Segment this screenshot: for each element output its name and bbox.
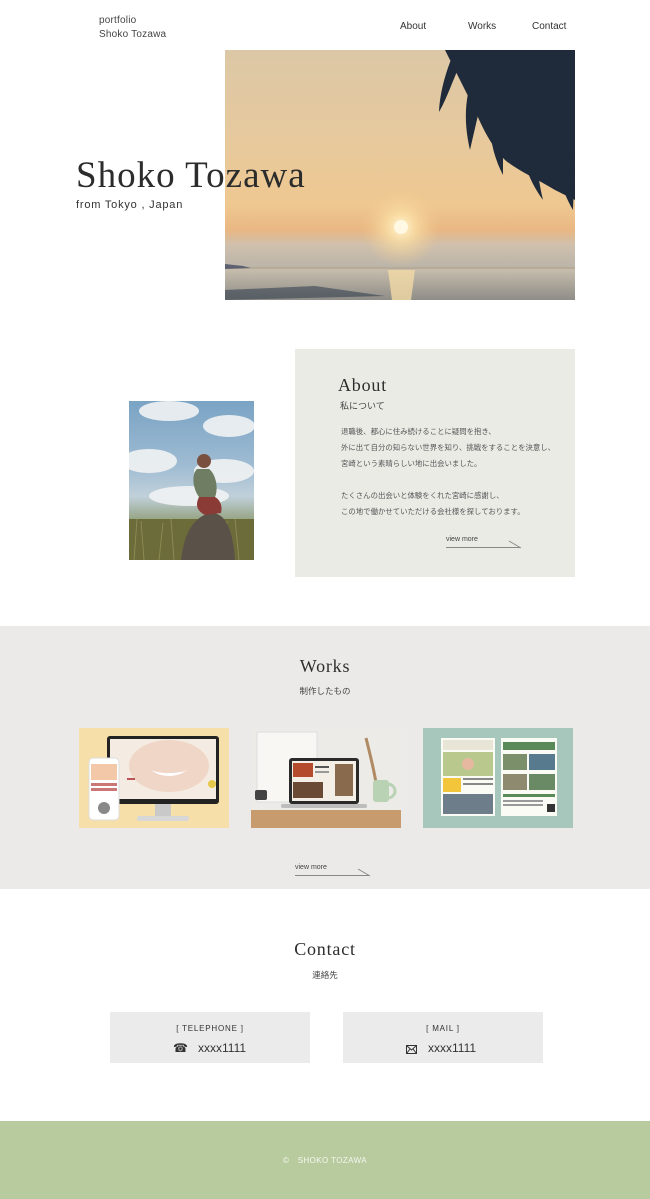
work-thumbnail-dental-site[interactable]: [79, 728, 229, 828]
logo-line-portfolio: portfolio: [99, 15, 137, 26]
nav-about[interactable]: About: [400, 21, 426, 32]
telephone-label: [ TELEPHONE ]: [176, 1024, 244, 1033]
about-text-line: 宮崎という素晴らしい地に出会いました。: [341, 459, 482, 468]
footer-copyright: © SHOKO TOZAWA: [283, 1156, 367, 1165]
arrow-icon: [357, 868, 371, 877]
logo-line-name: Shoko Tozawa: [99, 29, 167, 40]
phone-icon: ☎: [173, 1041, 188, 1055]
mail-label: [ MAIL ]: [426, 1024, 460, 1033]
contact-subtitle: 連絡先: [312, 970, 338, 980]
work-thumbnail-restaurant-site[interactable]: [251, 728, 401, 828]
hero-location: from Tokyo , Japan: [76, 199, 184, 211]
works-subtitle: 制作したもの: [299, 686, 351, 696]
about-text-line: たくさんの出会いと体験をくれた宮崎に感謝し、: [341, 491, 504, 500]
nav-contact[interactable]: Contact: [532, 21, 566, 32]
hero-name: Shoko Tozawa: [76, 155, 306, 196]
telephone-value: xxxx1111: [198, 1041, 247, 1055]
nav-works[interactable]: Works: [468, 21, 496, 32]
arrow-icon: [508, 540, 522, 549]
site-logo[interactable]: portfolio Shoko Tozawa: [99, 14, 166, 42]
works-view-more-link[interactable]: view more: [295, 864, 327, 871]
about-portrait-photo: [129, 401, 254, 560]
mail-value: xxxx1111: [428, 1041, 477, 1055]
telephone-card[interactable]: [ TELEPHONE ] ☎ xxxx1111: [110, 1012, 310, 1063]
about-text-line: この地で働かせていただける会社様を探しております。: [341, 507, 525, 516]
about-view-more-link[interactable]: view more: [446, 536, 478, 543]
about-text-line: 退職後、都心に住み続けることに疑問を抱き、: [341, 427, 496, 436]
works-title: Works: [299, 656, 351, 676]
about-subtitle: 私について: [340, 401, 385, 411]
about-text-line: 外に出て自分の知らない世界を知り、挑戦をすることを決意し、: [341, 443, 556, 452]
work-thumbnail-flyer[interactable]: [423, 728, 573, 828]
mail-card[interactable]: [ MAIL ] xxxx1111: [343, 1012, 543, 1063]
mail-icon: [406, 1043, 417, 1057]
about-title: About: [338, 375, 387, 395]
contact-title: Contact: [294, 939, 356, 959]
